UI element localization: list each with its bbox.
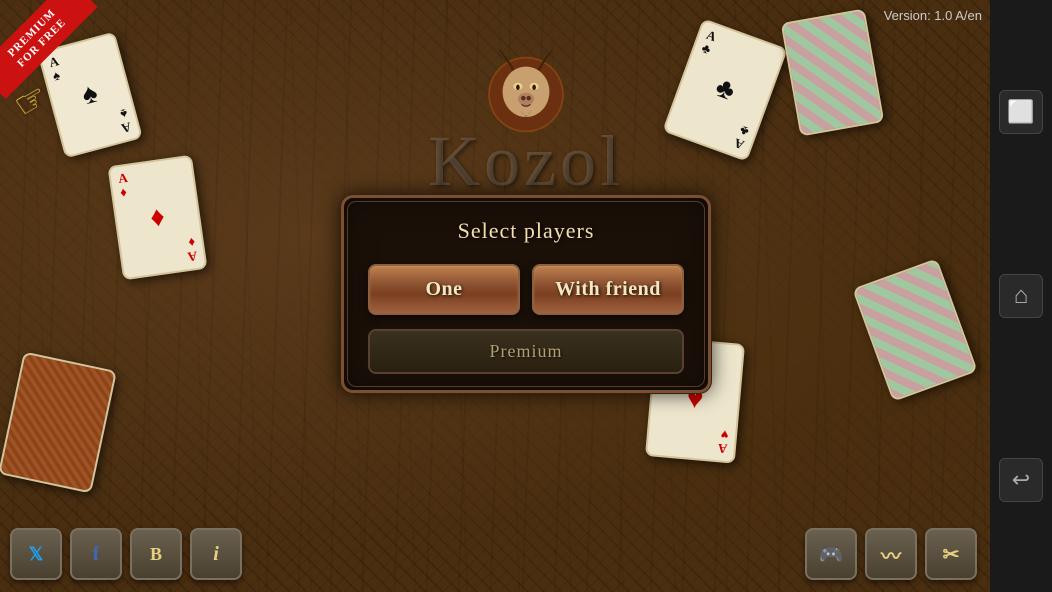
facebook-button[interactable]: f xyxy=(70,528,122,580)
modal-buttons: One With friend xyxy=(368,264,684,315)
card-corner-bottom: A♠ xyxy=(116,106,132,136)
gamepad-button[interactable]: 🎮 xyxy=(805,528,857,580)
tools-icon: ✂ xyxy=(943,542,960,567)
card-corner-bottom: A♦ xyxy=(184,235,197,265)
card-corner: A♦ xyxy=(117,171,130,201)
blog-button[interactable]: B xyxy=(130,528,182,580)
window-button[interactable]: ⬜ xyxy=(999,90,1043,134)
home-icon: ⌂ xyxy=(1014,283,1028,310)
modal-title: Select players xyxy=(368,218,684,244)
back-button[interactable]: ↩ xyxy=(999,458,1043,502)
twitter-icon: 𝕏 xyxy=(29,544,44,565)
with-friend-button[interactable]: With friend xyxy=(532,264,684,315)
card-corner-bottom: A♥ xyxy=(717,427,729,456)
waves-button[interactable]: 〰 xyxy=(865,528,917,580)
card-diamond-left: A♦ ♦ A♦ xyxy=(107,155,207,281)
premium-banner-text: PREMIUMFOR FREE xyxy=(0,0,97,99)
facebook-icon: f xyxy=(93,543,100,566)
info-button[interactable]: i xyxy=(190,528,242,580)
blog-icon: B xyxy=(150,544,162,565)
back-icon: ↩ xyxy=(1012,467,1030,493)
card-center-symbol: ♣ xyxy=(711,72,739,108)
home-button[interactable]: ⌂ xyxy=(999,274,1043,318)
twitter-button[interactable]: 𝕏 xyxy=(10,528,62,580)
premium-button[interactable]: Premium xyxy=(368,329,684,374)
info-icon: i xyxy=(213,543,219,566)
waves-icon: 〰 xyxy=(881,540,901,569)
bottom-right-toolbar: 🎮 〰 ✂ xyxy=(805,528,977,580)
gamepad-icon: 🎮 xyxy=(819,542,844,567)
bottom-left-toolbar: 𝕏 f B i xyxy=(10,528,242,580)
card-corner: A♣ xyxy=(700,28,719,58)
tools-button[interactable]: ✂ xyxy=(925,528,977,580)
one-player-button[interactable]: One xyxy=(368,264,520,315)
card-corner-bottom: A♣ xyxy=(732,122,751,152)
card-center-symbol: ♦ xyxy=(148,201,167,235)
right-sidebar: ⬜ ⌂ ↩ xyxy=(990,0,1052,592)
version-label: Version: 1.0 A/en xyxy=(884,8,982,23)
select-players-modal: Select players One With friend Premium xyxy=(341,195,711,393)
premium-banner[interactable]: PREMIUMFOR FREE xyxy=(0,0,110,110)
window-icon: ⬜ xyxy=(1007,99,1034,125)
goat-logo xyxy=(466,30,586,150)
